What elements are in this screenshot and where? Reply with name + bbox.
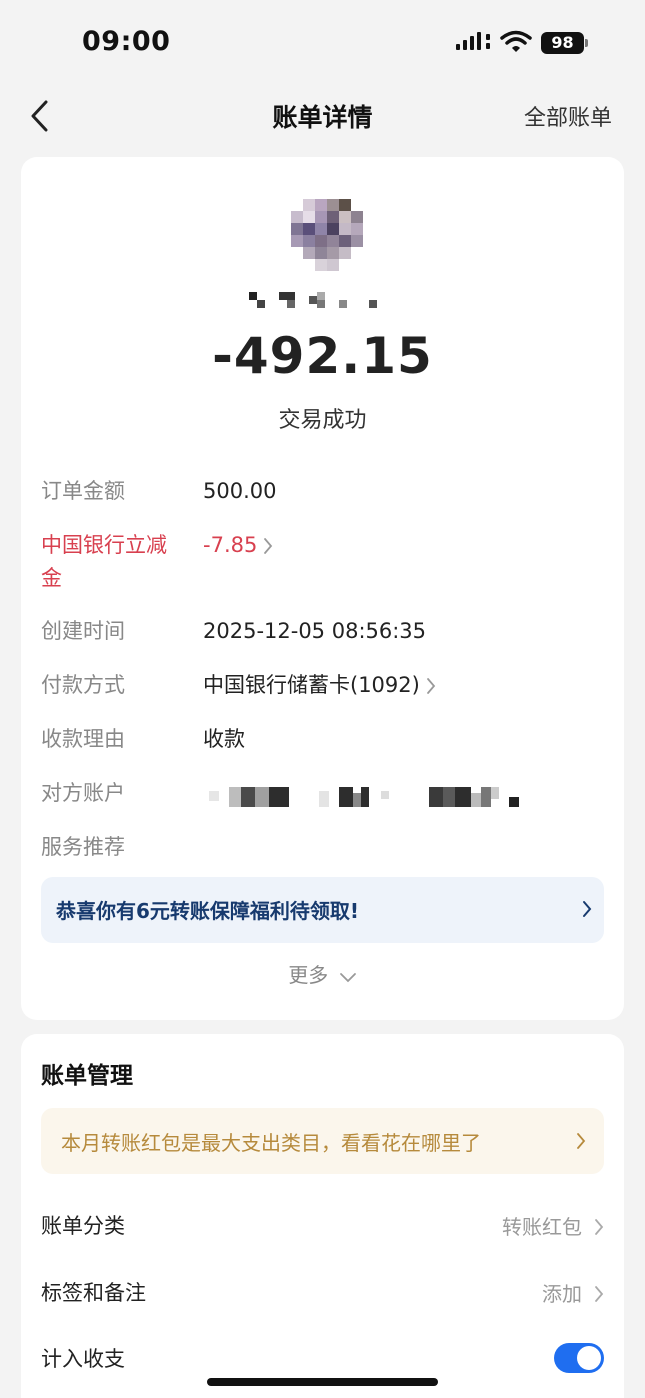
status-bar: 09:00 98: [0, 0, 645, 88]
bill-management-title: 账单管理: [41, 1063, 133, 1089]
tags-notes-label: 标签和备注: [41, 1281, 146, 1305]
tags-notes-value: 添加: [542, 1282, 582, 1306]
spending-tip-banner[interactable]: 本月转账红包是最大支出类目，看看花在哪里了: [41, 1108, 604, 1174]
bill-detail-card: -492.15 交易成功 订单金额 500.00 中国银行立减金 -7.85 创…: [21, 157, 624, 1020]
chevron-right-icon: [426, 678, 436, 694]
chevron-right-icon: [595, 1219, 604, 1235]
bill-category-label: 账单分类: [41, 1214, 125, 1238]
reason-value: 收款: [203, 727, 245, 751]
counterparty-account-redacted: [209, 787, 519, 807]
discount-value: -7.85: [203, 533, 258, 557]
chevron-down-icon: [339, 972, 356, 982]
nav-bar: 账单详情 全部账单: [0, 88, 645, 144]
bill-category-row[interactable]: 账单分类 转账红包: [41, 1206, 604, 1246]
tags-notes-row[interactable]: 标签和备注 添加: [41, 1273, 604, 1313]
battery-level: 98: [541, 32, 584, 54]
created-time-value: 2025-12-05 08:56:35: [203, 619, 427, 643]
discount-row[interactable]: -7.85: [203, 529, 273, 562]
payment-method-label: 付款方式: [41, 673, 125, 697]
avatar: [291, 199, 363, 271]
status-time: 09:00: [82, 26, 171, 57]
battery-icon: 98: [541, 32, 589, 54]
chevron-right-icon: [264, 538, 273, 554]
transaction-status: 交易成功: [278, 408, 367, 433]
include-income-expense-toggle[interactable]: [554, 1343, 604, 1373]
reason-label: 收款理由: [41, 727, 125, 751]
payment-method-value: 中国银行储蓄卡(1092): [203, 673, 420, 697]
discount-label: 中国银行立减金: [41, 533, 167, 590]
order-amount-value: 500.00: [203, 479, 277, 503]
all-bills-link[interactable]: 全部账单: [524, 100, 612, 132]
promo-banner[interactable]: 恭喜你有6元转账保障福利待领取!: [41, 877, 604, 943]
service-recommend-label: 服务推荐: [41, 835, 125, 859]
created-time-label: 创建时间: [41, 619, 125, 643]
home-indicator: [207, 1378, 438, 1386]
payment-method-row[interactable]: 中国银行储蓄卡(1092): [203, 669, 436, 702]
bill-management-card: 账单管理 本月转账红包是最大支出类目，看看花在哪里了 账单分类 转账红包 标签和…: [21, 1034, 624, 1398]
payee-name-redacted: [249, 292, 377, 308]
spending-tip-text: 本月转账红包是最大支出类目，看看花在哪里了: [61, 1131, 481, 1155]
signal-icon: [456, 32, 490, 50]
toggle-knob: [577, 1346, 601, 1370]
chevron-right-icon: [595, 1286, 604, 1302]
wifi-icon: [500, 30, 532, 52]
chevron-right-icon: [583, 901, 592, 917]
promo-text: 恭喜你有6元转账保障福利待领取!: [56, 899, 360, 923]
transaction-amount: -492.15: [212, 327, 433, 385]
order-amount-label: 订单金额: [41, 479, 125, 503]
more-button[interactable]: 更多: [21, 959, 624, 988]
more-label: 更多: [288, 963, 329, 987]
include-income-expense-label: 计入收支: [41, 1347, 125, 1371]
counterparty-label: 对方账户: [41, 781, 125, 805]
include-income-expense-row: 计入收支: [41, 1339, 604, 1379]
chevron-right-icon: [577, 1133, 586, 1149]
bill-category-value: 转账红包: [502, 1215, 582, 1239]
